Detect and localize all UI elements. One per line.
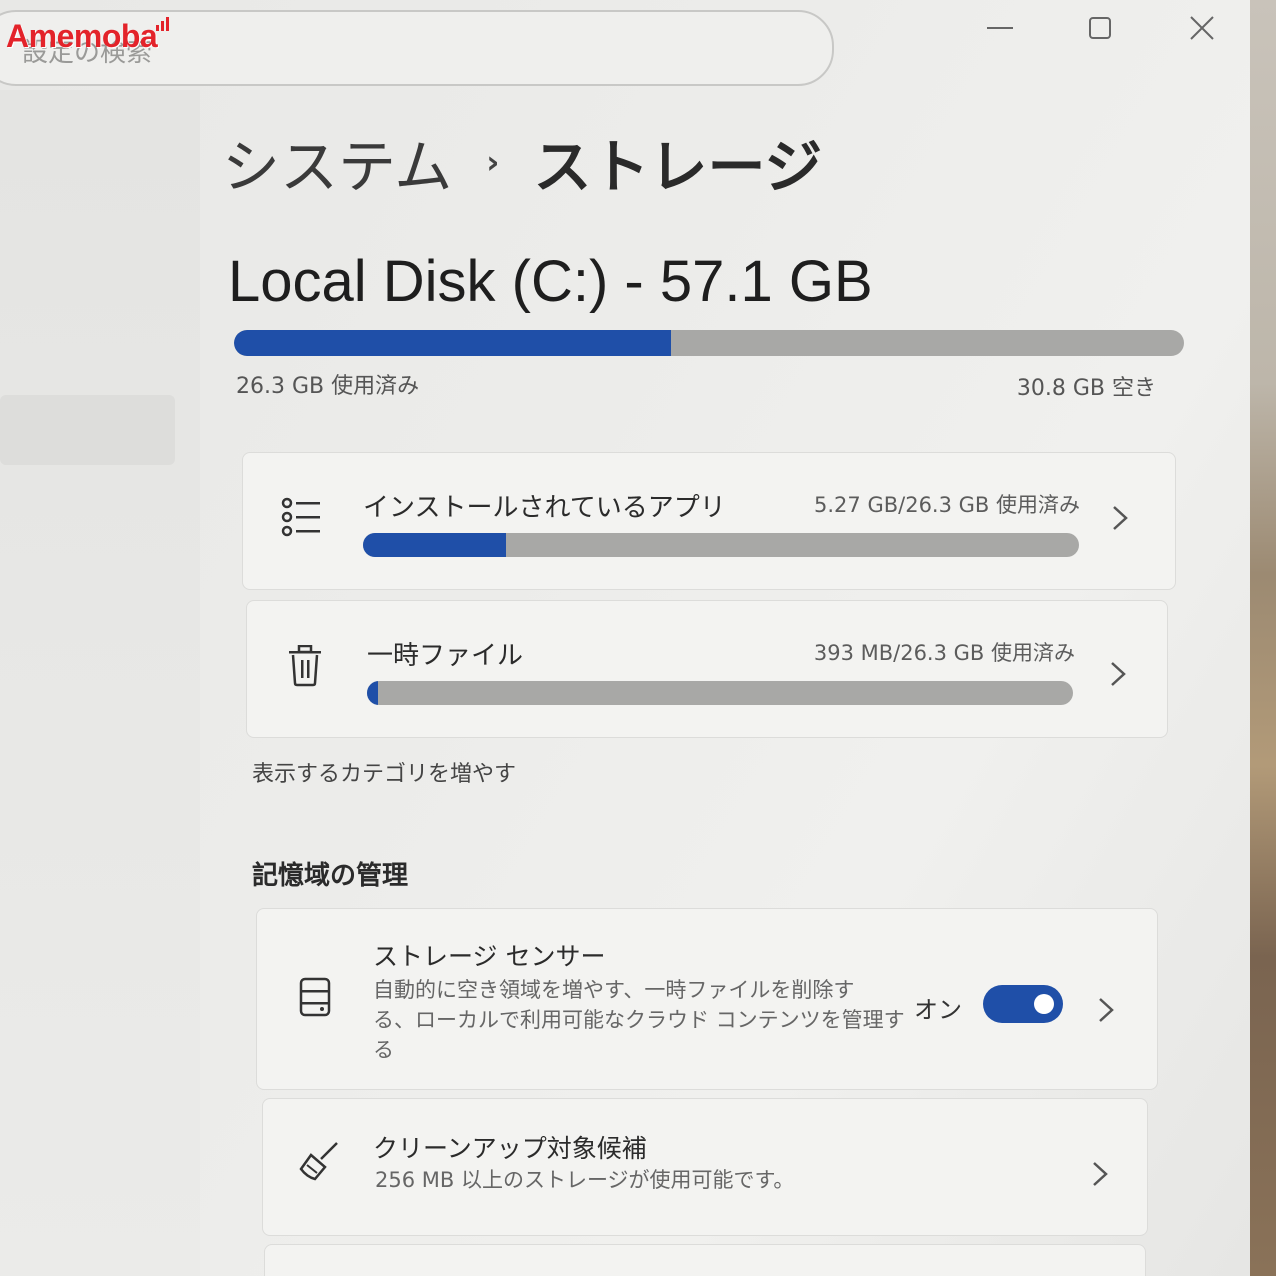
signal-icon xyxy=(156,12,171,31)
storage-drive-icon xyxy=(299,977,331,1021)
category-usage-fill xyxy=(367,681,378,705)
breadcrumb-chevron-icon: › xyxy=(486,143,500,181)
page-title: ストレージ xyxy=(533,133,823,201)
sidebar xyxy=(0,90,200,1276)
storage-sense-toggle[interactable] xyxy=(983,985,1063,1023)
chevron-right-icon xyxy=(1097,993,1115,1033)
chevron-right-icon xyxy=(1109,657,1127,697)
storage-sense-title: ストレージ センサー xyxy=(373,942,606,971)
category-card-apps[interactable]: インストールされているアプリ 5.27 GB/26.3 GB 使用済み xyxy=(242,452,1176,590)
minimize-icon xyxy=(987,27,1013,29)
breadcrumb-parent[interactable]: システム xyxy=(222,120,452,204)
trash-icon xyxy=(287,644,323,691)
close-icon xyxy=(1190,16,1214,40)
close-button[interactable] xyxy=(1182,10,1222,46)
category-usage-fill xyxy=(363,533,507,557)
category-title: インストールされているアプリ xyxy=(363,493,726,523)
chevron-right-icon xyxy=(1111,501,1129,541)
watermark-logo: Amemoba xyxy=(6,18,158,54)
maximize-icon xyxy=(1089,17,1111,39)
next-card-partial[interactable] xyxy=(264,1244,1146,1276)
toggle-label: オン xyxy=(914,996,962,1024)
category-value: 5.27 GB/26.3 GB 使用済み xyxy=(814,493,1080,517)
category-title: 一時ファイル xyxy=(367,641,524,671)
maximize-button[interactable] xyxy=(1080,10,1120,46)
cleanup-description: 256 MB 以上のストレージが使用可能です。 xyxy=(375,1168,795,1192)
more-categories-link[interactable]: 表示するカテゴリを増やす xyxy=(252,756,516,788)
minimize-button[interactable] xyxy=(980,10,1020,46)
sidebar-selected-item[interactable] xyxy=(0,395,175,465)
category-card-temp[interactable]: 一時ファイル 393 MB/26.3 GB 使用済み xyxy=(246,600,1168,738)
broom-icon xyxy=(297,1141,341,1185)
used-label: 26.3 GB 使用済み xyxy=(236,374,420,399)
section-heading: 記憶域の管理 xyxy=(252,861,409,891)
cleanup-title: クリーンアップ対象候補 xyxy=(373,1134,647,1163)
apps-list-icon xyxy=(281,497,323,541)
category-usage-bar xyxy=(363,533,1079,557)
disk-usage-fill xyxy=(234,330,671,356)
description-line: る xyxy=(373,1038,394,1062)
chevron-right-icon xyxy=(1091,1157,1109,1197)
description-line: る、ローカルで利用可能なクラウド コンテンツを管理す xyxy=(373,1008,905,1032)
breadcrumb: システム › ストレージ xyxy=(222,120,822,204)
disk-title: Local Disk (C:) - 57.1 GB xyxy=(228,249,873,314)
category-value: 393 MB/26.3 GB 使用済み xyxy=(813,641,1075,665)
storage-sense-description: 自動的に空き領域を増やす、一時ファイルを削除す る、ローカルで利用可能なクラウド… xyxy=(373,975,905,1065)
settings-window: 設定の検索 Amemoba システム › ストレージ Local Disk (C… xyxy=(0,0,1250,1276)
category-usage-bar xyxy=(367,681,1073,705)
description-line: 自動的に空き領域を増やす、一時ファイルを削除す xyxy=(373,978,855,1002)
cleanup-card[interactable]: クリーンアップ対象候補 256 MB 以上のストレージが使用可能です。 xyxy=(262,1098,1148,1236)
free-label: 30.8 GB 空き xyxy=(1016,376,1156,401)
toggle-knob xyxy=(1034,994,1054,1014)
disk-usage-bar xyxy=(234,330,1184,356)
